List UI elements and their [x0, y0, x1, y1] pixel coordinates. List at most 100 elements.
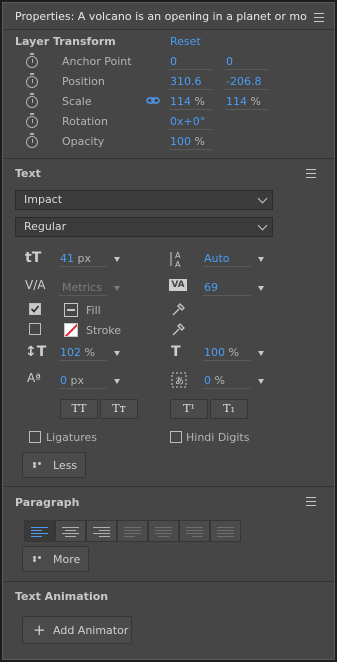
- scale-y-unit: %: [250, 95, 261, 108]
- stopwatch-icon[interactable]: [26, 73, 38, 88]
- font-family-dropdown[interactable]: Impact: [15, 190, 273, 210]
- panel-menu-icon[interactable]: [314, 13, 324, 22]
- baseline-shift-value[interactable]: 0: [60, 374, 67, 387]
- opacity-value[interactable]: 100 %: [170, 135, 205, 148]
- font-style-dropdown[interactable]: Regular: [15, 217, 273, 237]
- align-left-button[interactable]: [24, 520, 55, 542]
- horizontal-scale-field[interactable]: 100 %: [204, 346, 239, 359]
- position-y[interactable]: -206.8: [226, 75, 261, 88]
- baseline-shift-underline: [59, 388, 107, 389]
- baseline-shift-icon: Aª: [27, 371, 41, 385]
- stroke-checkbox[interactable]: [29, 323, 41, 335]
- align-line: [99, 530, 110, 531]
- vertical-scale-icon: ↕T: [25, 344, 47, 360]
- stopwatch-icon[interactable]: [26, 113, 38, 128]
- justify-last-center-button[interactable]: [148, 520, 179, 542]
- tsume-dropdown-arrow[interactable]: [258, 379, 264, 384]
- vertical-scale-value[interactable]: 102: [60, 346, 81, 359]
- align-line: [124, 536, 135, 537]
- tracking-value[interactable]: 69: [204, 281, 218, 294]
- font-size-unit: px: [77, 252, 92, 265]
- section-divider: [3, 581, 334, 582]
- less-button[interactable]: Less: [22, 452, 86, 478]
- vertical-scale-field[interactable]: 102 %: [60, 346, 95, 359]
- paragraph-menu-icon[interactable]: [306, 497, 316, 506]
- align-line: [62, 527, 79, 528]
- align-line: [65, 536, 76, 537]
- kerning-dropdown-arrow[interactable]: [114, 286, 120, 291]
- text-menu-icon[interactable]: [306, 169, 316, 178]
- stopwatch-icon[interactable]: [26, 133, 38, 148]
- align-right-button[interactable]: [86, 520, 117, 542]
- align-line: [93, 527, 110, 528]
- tracking-underline: [203, 295, 251, 296]
- fill-color-swatch[interactable]: [64, 303, 78, 317]
- scale-x[interactable]: 114 %: [170, 95, 205, 108]
- anchor-point-y[interactable]: 0: [226, 55, 233, 68]
- vertical-scale-unit: %: [84, 346, 95, 359]
- align-center-button[interactable]: [55, 520, 86, 542]
- constrain-proportions-link-icon[interactable]: [146, 96, 160, 106]
- eyedropper-icon[interactable]: [171, 303, 185, 317]
- eyedropper-icon[interactable]: [171, 323, 185, 337]
- leading-dropdown-arrow[interactable]: [258, 257, 264, 262]
- tracking-dropdown-arrow[interactable]: [258, 286, 264, 291]
- fill-checkbox[interactable]: [29, 303, 41, 315]
- chevron-down-icon: [257, 220, 268, 231]
- leading-value[interactable]: Auto: [204, 252, 230, 265]
- tsume-value[interactable]: 0: [204, 374, 211, 387]
- tsume-underline: [203, 388, 251, 389]
- rotation-revolutions[interactable]: 0: [170, 115, 177, 128]
- rotation-underline: [169, 129, 212, 130]
- text-animation-heading: Text Animation: [15, 590, 109, 603]
- leading-icon: A A: [170, 251, 181, 268]
- section-divider: [3, 486, 334, 487]
- stopwatch-icon[interactable]: [26, 93, 38, 108]
- baseline-shift-field[interactable]: 0 px: [60, 374, 84, 387]
- scale-y[interactable]: 114 %: [226, 95, 261, 108]
- align-line: [155, 533, 172, 534]
- more-label: More: [53, 553, 81, 566]
- ligatures-checkbox[interactable]: [29, 431, 41, 443]
- font-size-value[interactable]: 41: [60, 252, 74, 265]
- kerning-value[interactable]: Metrics: [62, 281, 102, 294]
- vertical-scale-dropdown-arrow[interactable]: [114, 351, 120, 356]
- scale-y-value[interactable]: 114: [226, 95, 247, 108]
- rotation-value[interactable]: 0x+0°: [170, 115, 205, 128]
- vertical-scale-underline: [59, 360, 107, 361]
- reset-link[interactable]: Reset: [170, 35, 201, 48]
- anchor-point-x[interactable]: 0: [170, 55, 177, 68]
- font-size-dropdown-arrow[interactable]: [114, 257, 120, 262]
- subscript-button[interactable]: T₁: [210, 399, 248, 419]
- baseline-shift-dropdown-arrow[interactable]: [114, 379, 120, 384]
- opacity-underline: [169, 149, 212, 150]
- add-animator-button[interactable]: + Add Animator: [22, 616, 132, 644]
- font-size-field[interactable]: 41 px: [60, 252, 91, 265]
- justify-last-right-button[interactable]: [179, 520, 210, 542]
- superscript-button[interactable]: T¹: [170, 399, 208, 419]
- position-x[interactable]: 310.6: [170, 75, 202, 88]
- hindi-digits-checkbox[interactable]: [170, 431, 182, 443]
- font-size-icon: tT: [25, 250, 42, 266]
- justify-last-left-button[interactable]: [117, 520, 148, 542]
- align-line: [217, 527, 234, 528]
- stopwatch-icon[interactable]: [26, 53, 38, 68]
- horizontal-scale-dropdown-arrow[interactable]: [258, 351, 264, 356]
- align-line: [192, 536, 203, 537]
- tsume-field[interactable]: 0 %: [204, 374, 225, 387]
- small-caps-button[interactable]: Tт: [100, 399, 138, 419]
- opacity-number[interactable]: 100: [170, 135, 191, 148]
- text-heading: Text: [15, 167, 41, 180]
- scale-x-value[interactable]: 114: [170, 95, 191, 108]
- all-caps-button[interactable]: TT: [60, 399, 98, 419]
- stroke-color-swatch[interactable]: [64, 323, 78, 337]
- align-line: [186, 530, 203, 531]
- justify-all-button[interactable]: [210, 520, 241, 542]
- anchor-point-x-underline: [169, 69, 212, 70]
- ligatures-label: Ligatures: [46, 431, 97, 444]
- rotation-degrees[interactable]: x+0°: [177, 115, 205, 128]
- horizontal-scale-value[interactable]: 100: [204, 346, 225, 359]
- more-button[interactable]: More: [22, 546, 89, 572]
- ellipsis-icon: [33, 462, 47, 468]
- chevron-down-icon: [257, 193, 268, 204]
